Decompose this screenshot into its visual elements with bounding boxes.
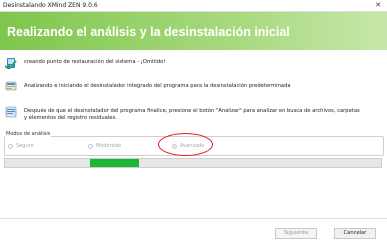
- step-restore-point-text: creando punto de restauración del sistem…: [24, 59, 166, 65]
- step-uninstaller-text: Analizando e iniciando el desinstalador …: [24, 83, 291, 89]
- progress-bar: [4, 158, 382, 168]
- radio-moderado[interactable]: Moderado: [88, 142, 121, 150]
- uninstaller-icon: [5, 81, 17, 91]
- progress-fill: [90, 159, 139, 167]
- page-title: Realizando el análisis y la desinstalaci…: [7, 25, 290, 39]
- radio-moderado-label: Moderado: [96, 143, 121, 149]
- header-banner: Realizando el análisis y la desinstalaci…: [0, 12, 387, 50]
- restore-point-icon: [5, 58, 17, 69]
- radio-seguro[interactable]: Seguro: [8, 142, 34, 150]
- step-scan-text: Después de que el desinstalador del prog…: [24, 108, 360, 121]
- cancel-button[interactable]: Cancelar: [334, 228, 376, 239]
- window-title: Desinstalando XMind ZEN 9.0.6: [3, 2, 98, 9]
- radio-button[interactable]: [8, 143, 13, 149]
- radio-seguro-label: Seguro: [16, 143, 34, 149]
- button-bar: [0, 218, 387, 244]
- title-bar: Desinstalando XMind ZEN 9.0.6 ✕: [0, 0, 387, 12]
- radio-button[interactable]: [88, 143, 93, 149]
- close-icon[interactable]: ✕: [373, 1, 383, 10]
- scan-leftovers-icon: [5, 106, 17, 118]
- next-button[interactable]: Siguiente: [275, 228, 317, 239]
- highlight-annotation: [158, 133, 213, 156]
- scan-mode-label: Modos de análisis: [5, 131, 52, 137]
